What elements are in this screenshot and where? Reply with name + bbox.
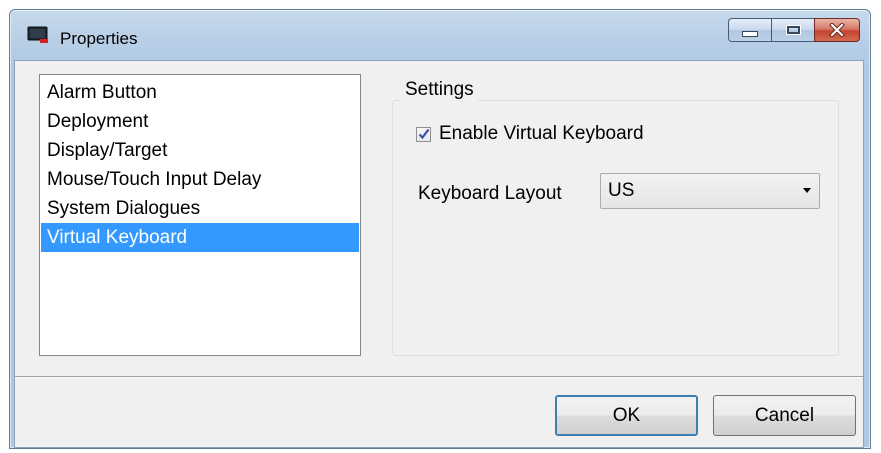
list-item-virtual-keyboard[interactable]: Virtual Keyboard (41, 223, 359, 252)
list-item-display-target[interactable]: Display/Target (41, 136, 359, 165)
enable-virtual-keyboard-checkbox[interactable] (416, 126, 431, 142)
list-item-system-dialogues[interactable]: System Dialogues (41, 194, 359, 223)
dropdown-arrow-icon (803, 188, 811, 193)
footer-separator (15, 376, 863, 377)
close-button[interactable] (814, 18, 860, 42)
list-item-alarm-button[interactable]: Alarm Button (41, 78, 359, 107)
maximize-icon (785, 25, 801, 35)
keyboard-layout-value: US (608, 180, 635, 201)
list-item-mouse-touch-input-delay[interactable]: Mouse/Touch Input Delay (41, 165, 359, 194)
settings-group-label: Settings (401, 79, 478, 101)
dialog-client-area: Alarm Button Deployment Display/Target M… (14, 60, 864, 448)
keyboard-layout-label: Keyboard Layout (418, 183, 562, 204)
app-monitor-icon (27, 26, 48, 43)
cancel-button[interactable]: Cancel (713, 395, 856, 436)
category-list[interactable]: Alarm Button Deployment Display/Target M… (39, 74, 361, 356)
enable-virtual-keyboard-row[interactable]: Enable Virtual Keyboard (416, 123, 644, 145)
window-title: Properties (60, 29, 138, 48)
list-item-deployment[interactable]: Deployment (41, 107, 359, 136)
enable-virtual-keyboard-label[interactable]: Enable Virtual Keyboard (439, 123, 644, 145)
checkmark-icon (418, 128, 429, 140)
maximize-button[interactable] (771, 18, 814, 42)
keyboard-layout-dropdown[interactable]: US (600, 173, 820, 209)
title-bar[interactable]: Properties (10, 10, 870, 60)
ok-button[interactable]: OK (555, 395, 698, 436)
close-icon (829, 23, 845, 37)
minimize-button[interactable] (728, 18, 771, 42)
caption-buttons (728, 18, 860, 44)
properties-dialog: Properties Alarm Button Deployment Displ… (9, 9, 871, 449)
minimize-icon (742, 31, 758, 37)
